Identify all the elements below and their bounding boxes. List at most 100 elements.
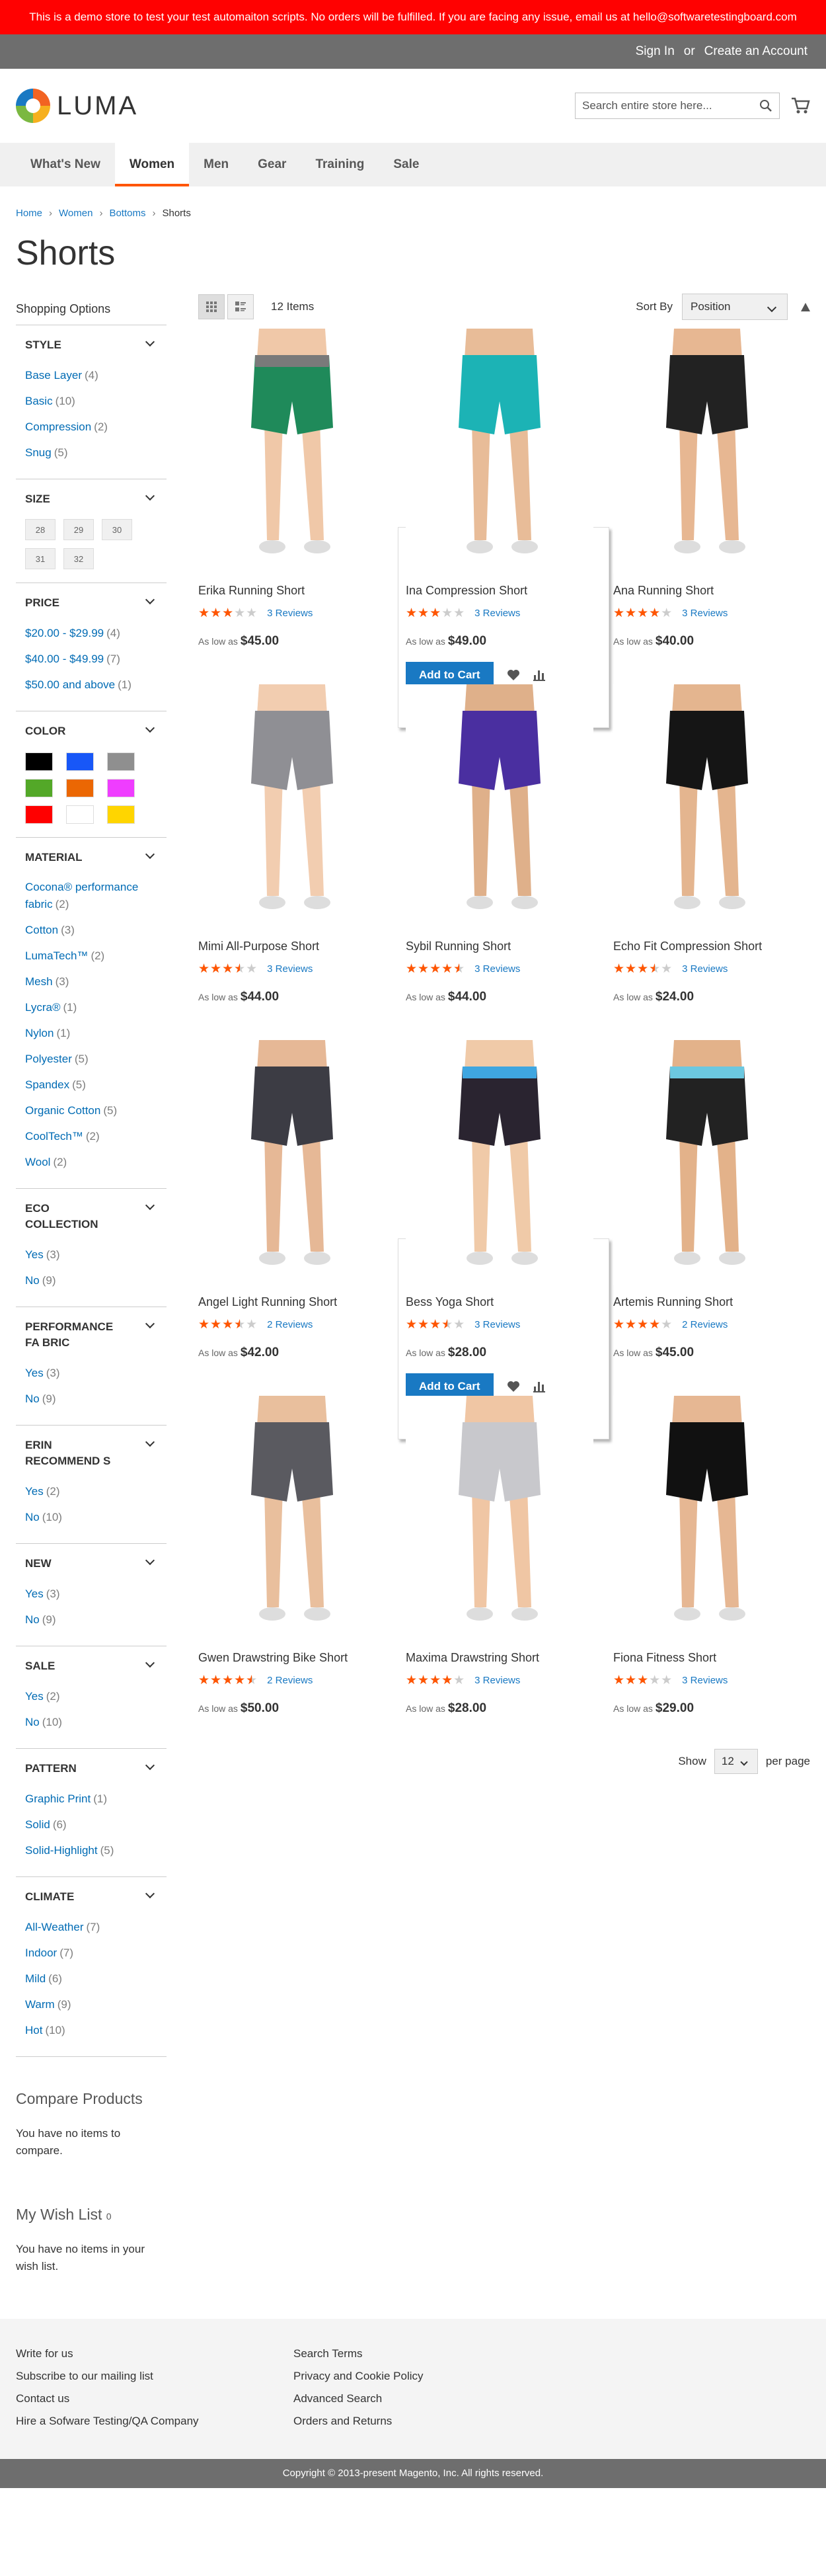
product-name[interactable]: Erika Running Short [198,573,386,598]
product-name[interactable]: Fiona Fitness Short [613,1640,801,1665]
breadcrumb-item[interactable]: Home [16,208,42,219]
product-name[interactable]: Gwen Drawstring Bike Short [198,1640,386,1665]
breadcrumb-item[interactable]: Women [59,208,93,219]
product-item[interactable]: Mimi All-Purpose Short ★★★★★★★★★★ 3 Review… [198,684,386,1040]
color-swatch[interactable] [25,752,53,771]
size-option[interactable]: 32 [63,548,94,569]
nav-item-training[interactable]: Training [301,143,379,186]
breadcrumb-item[interactable]: Bottoms [109,208,145,219]
filter-option[interactable]: All-Weather (7) [25,1914,157,1940]
filter-option[interactable]: Basic (10) [25,388,157,414]
wishlist-heart-icon[interactable] [507,669,520,681]
footer-link[interactable]: Orders and Returns [293,2410,571,2433]
product-item[interactable]: Maxima Drawstring Short ★★★★★★★★★★ 3 Revie… [406,1396,593,1751]
footer-link[interactable]: Write for us [16,2343,293,2365]
filter-option[interactable]: Snug (5) [25,440,157,465]
nav-item-men[interactable]: Men [189,143,243,186]
filter-option[interactable]: No (9) [25,1607,157,1632]
filter-option[interactable]: Wool (2) [25,1149,157,1175]
size-option[interactable]: 30 [102,519,132,540]
reviews-link[interactable]: 3 Reviews [474,608,520,619]
product-item[interactable]: Artemis Running Short ★★★★★★★★★★ 2 Reviews… [613,1040,801,1396]
footer-link[interactable]: Contact us [16,2388,293,2410]
reviews-link[interactable]: 3 Reviews [474,1675,520,1686]
filter-option[interactable]: $40.00 - $49.99 (7) [25,646,157,672]
logo[interactable]: LUMA [16,89,138,123]
product-name[interactable]: Angel Light Running Short [198,1285,386,1309]
filter-title[interactable]: Eco Collection [25,1200,157,1232]
footer-link[interactable]: Privacy and Cookie Policy [293,2365,571,2388]
filter-option[interactable]: Cocona® performance fabric (2) [25,875,157,917]
filter-option[interactable]: LumaTech™ (2) [25,943,157,969]
filter-option[interactable]: Lycra® (1) [25,994,157,1020]
product-photo[interactable] [406,684,593,929]
product-item[interactable]: Fiona Fitness Short ★★★★★★★★★★ 3 Reviews As… [613,1396,801,1751]
list-mode-button[interactable] [227,294,254,319]
color-swatch[interactable] [25,779,53,797]
size-option[interactable]: 31 [25,548,56,569]
product-item[interactable]: Ana Running Short ★★★★★★★★★★ 3 Reviews As l… [613,329,801,684]
reviews-link[interactable]: 2 Reviews [267,1675,313,1686]
product-photo[interactable] [613,1040,801,1285]
filter-option[interactable]: Compression (2) [25,414,157,440]
nav-item-women[interactable]: Women [114,143,190,186]
filter-title[interactable]: Pattern [25,1760,157,1777]
reviews-link[interactable]: 3 Reviews [682,963,728,975]
sign-in-link[interactable]: Sign In [636,44,675,59]
color-swatch[interactable] [25,805,53,824]
filter-option[interactable]: Mesh (3) [25,969,157,994]
filter-option[interactable]: Warm (9) [25,1992,157,2017]
compare-chart-icon[interactable] [533,1381,545,1392]
filter-option[interactable]: Polyester (5) [25,1046,157,1072]
filter-option[interactable]: Indoor (7) [25,1940,157,1966]
filter-option[interactable]: No (9) [25,1386,157,1412]
filter-option[interactable]: Mild (6) [25,1966,157,1992]
filter-option[interactable]: Solid-Highlight (5) [25,1837,157,1863]
filter-option[interactable]: No (10) [25,1709,157,1735]
reviews-link[interactable]: 3 Reviews [682,608,728,619]
filter-option[interactable]: Solid (6) [25,1812,157,1837]
product-photo[interactable] [198,684,386,929]
filter-title[interactable]: Color [25,723,157,739]
reviews-link[interactable]: 2 Reviews [267,1319,313,1330]
filter-title[interactable]: Price [25,594,157,611]
nav-item-gear[interactable]: Gear [243,143,301,186]
reviews-link[interactable]: 3 Reviews [267,963,313,975]
filter-option[interactable]: No (9) [25,1268,157,1293]
product-item[interactable]: Bess Yoga Short ★★★★★★★★★★ 3 Reviews As low… [398,1040,609,1439]
product-name[interactable]: Ina Compression Short [406,573,593,598]
reviews-link[interactable]: 3 Reviews [474,963,520,975]
filter-option[interactable]: Yes (3) [25,1581,157,1607]
product-item[interactable]: Gwen Drawstring Bike Short ★★★★★★★★★★ 2 Re… [198,1396,386,1751]
color-swatch[interactable] [66,752,94,771]
limiter-select[interactable]: 12 [714,1749,758,1774]
product-photo[interactable] [406,1040,593,1285]
filter-title[interactable]: Performance Fa bric [25,1318,157,1351]
filter-option[interactable]: Base Layer (4) [25,362,157,388]
product-name[interactable]: Echo Fit Compression Short [613,929,801,953]
product-item[interactable]: Sybil Running Short ★★★★★★★★★★ 3 Reviews As… [406,684,593,1040]
search-input[interactable]: Search entire store here... [575,93,780,119]
filter-option[interactable]: Hot (10) [25,2017,157,2043]
footer-link[interactable]: Advanced Search [293,2388,571,2410]
filter-title[interactable]: Style [25,337,157,353]
color-swatch[interactable] [66,805,94,824]
reviews-link[interactable]: 3 Reviews [474,1319,520,1330]
create-account-link[interactable]: Create an Account [704,44,807,59]
filter-title[interactable]: Climate [25,1888,157,1905]
filter-option[interactable]: $50.00 and above (1) [25,672,157,698]
footer-link[interactable]: Subscribe to our mailing list [16,2365,293,2388]
filter-option[interactable]: Graphic Print (1) [25,1786,157,1812]
compare-chart-icon[interactable] [533,669,545,681]
footer-link[interactable]: Search Terms [293,2343,571,2365]
product-name[interactable]: Artemis Running Short [613,1285,801,1309]
footer-link[interactable]: Hire a Sofware Testing/QA Company [16,2410,293,2433]
sort-select[interactable]: Position [682,294,788,320]
filter-option[interactable]: Nylon (1) [25,1020,157,1046]
nav-item-what-s-new[interactable]: What's New [16,143,115,186]
product-photo[interactable] [613,684,801,929]
filter-option[interactable]: $20.00 - $29.99 (4) [25,620,157,646]
wishlist-heart-icon[interactable] [507,1381,520,1392]
color-swatch[interactable] [107,752,135,771]
reviews-link[interactable]: 3 Reviews [267,608,313,619]
